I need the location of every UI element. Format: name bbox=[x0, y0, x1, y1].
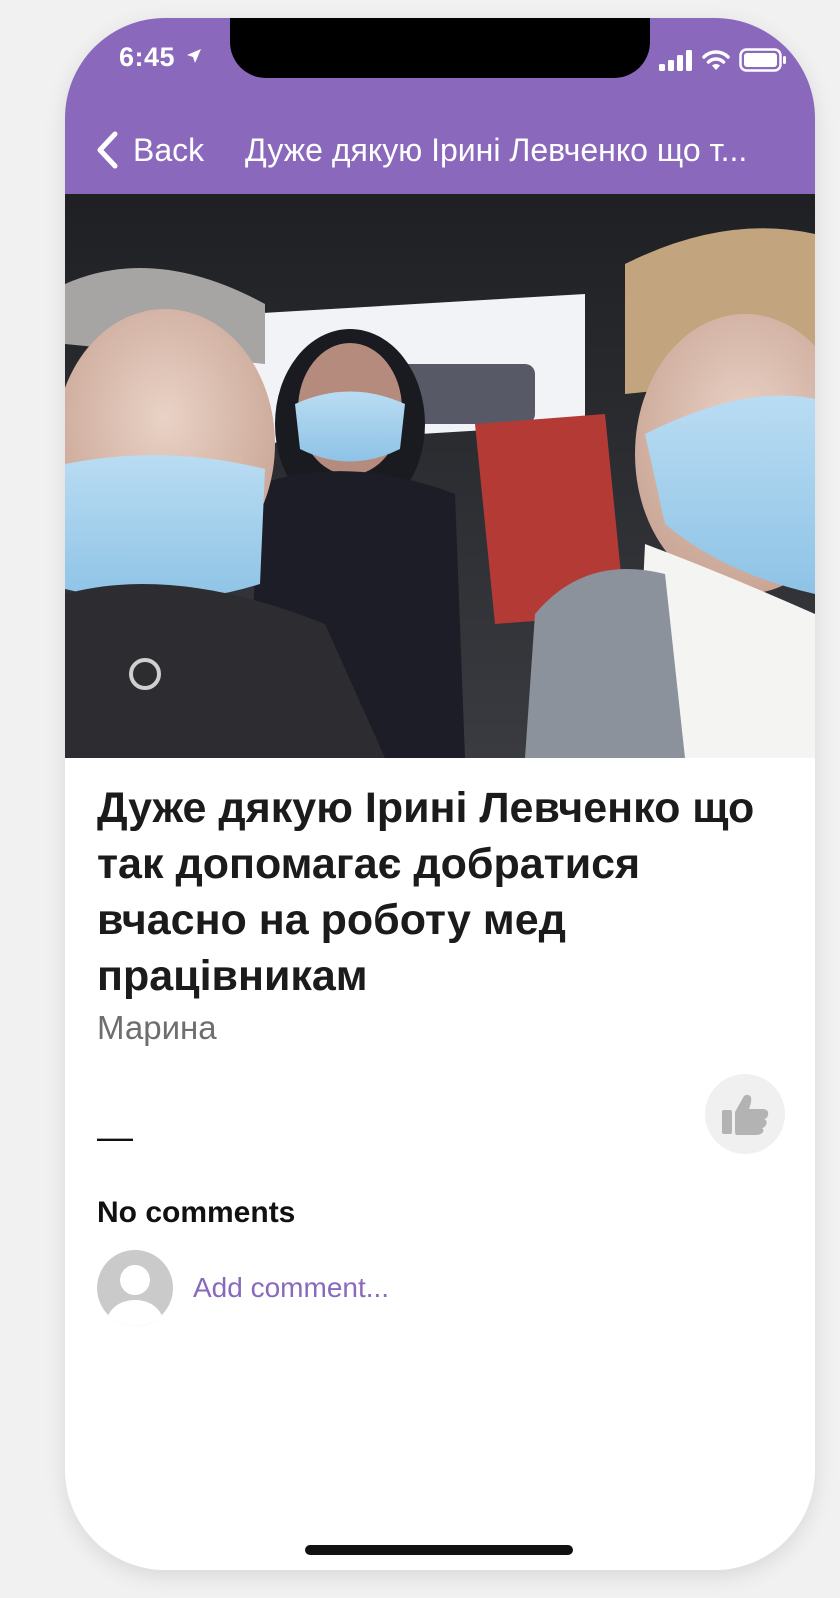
post-content: Дуже дякую Ірині Левченко що так допомаг… bbox=[97, 780, 787, 1050]
chevron-left-icon bbox=[97, 131, 118, 169]
phone-screen: 6:45 Back Дуже дякую Ірині Левченко що т… bbox=[65, 18, 815, 1570]
nav-title: Дуже дякую Ірині Левченко що т... bbox=[245, 132, 748, 168]
status-icons bbox=[659, 48, 787, 72]
status-time-text: 6:45 bbox=[119, 42, 176, 72]
avatar bbox=[97, 1250, 173, 1326]
back-label: Back bbox=[133, 132, 205, 168]
post-author: Марина bbox=[97, 1009, 217, 1046]
like-button[interactable] bbox=[705, 1074, 785, 1154]
likes-count: — bbox=[97, 1116, 133, 1157]
header-bar: 6:45 Back Дуже дякую Ірині Левченко що т… bbox=[65, 18, 815, 194]
battery-icon bbox=[739, 48, 786, 72]
device-notch bbox=[230, 18, 650, 78]
wifi-icon bbox=[702, 50, 730, 70]
add-comment-input[interactable]: Add comment... bbox=[193, 1272, 389, 1304]
post-photo-image bbox=[65, 194, 815, 758]
home-indicator bbox=[305, 1545, 573, 1555]
location-arrow-icon bbox=[187, 49, 202, 63]
thumbs-up-icon bbox=[722, 1094, 769, 1135]
comments-count-label: No comments bbox=[97, 1196, 296, 1229]
signal-icon bbox=[659, 50, 692, 71]
back-button[interactable]: Back bbox=[95, 130, 204, 170]
post-title: Дуже дякую Ірині Левченко що так допомаг… bbox=[97, 784, 755, 1000]
status-time: 6:45 bbox=[119, 42, 203, 73]
post-photo bbox=[65, 194, 815, 758]
